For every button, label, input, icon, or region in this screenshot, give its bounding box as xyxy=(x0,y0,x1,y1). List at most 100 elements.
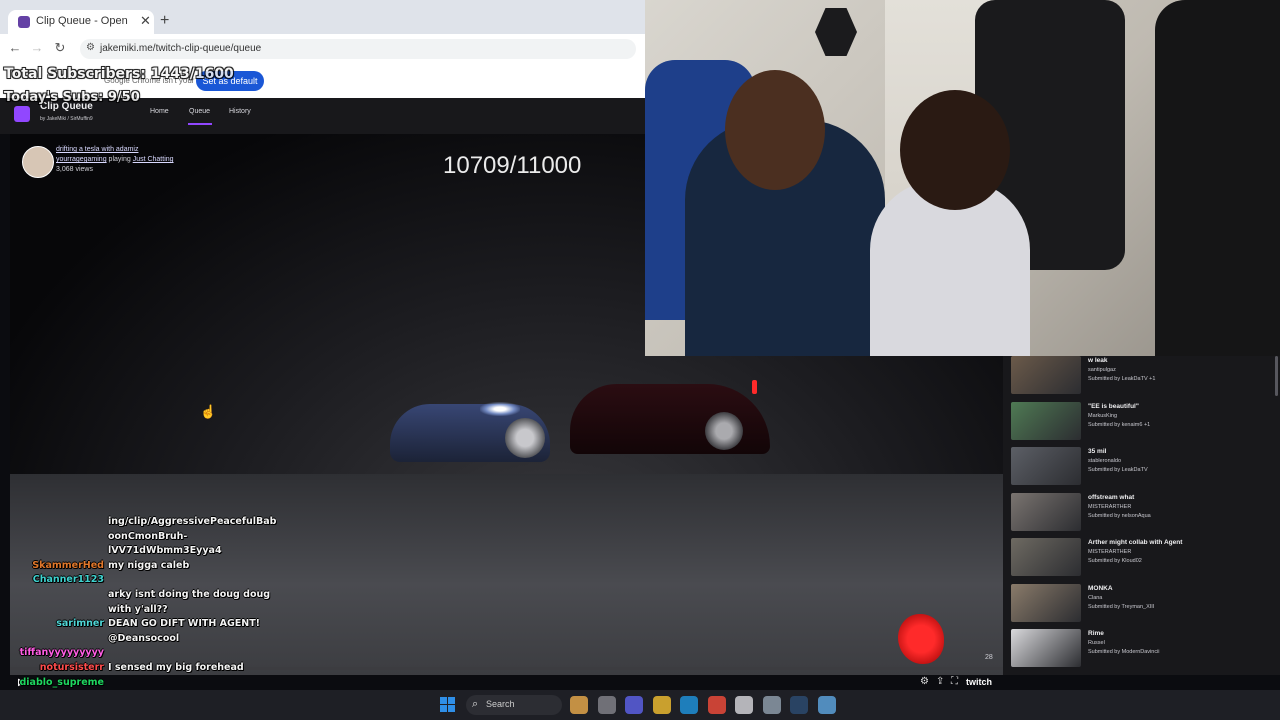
red-blob-overlay xyxy=(898,614,944,664)
queue-item-submitter: Submitted by Kloud02 xyxy=(1088,558,1142,564)
folder-taskbar-icon[interactable] xyxy=(652,696,671,714)
nav-queue-underline xyxy=(188,123,212,125)
chat-message: my nigga caleb xyxy=(108,559,190,571)
queue-item-submitter: Submitted by Treyman_XIII xyxy=(1088,603,1155,610)
clip-scene-taillight xyxy=(752,380,757,394)
twitch-favicon-icon xyxy=(18,16,30,28)
subscriber-today: Today's Subs: 9/50 xyxy=(4,90,140,105)
chat-message: arky isnt doing the doug doug xyxy=(108,589,271,600)
chat-username[interactable]: notursisterr xyxy=(8,662,104,673)
back-arrow-icon[interactable]: ← xyxy=(6,40,24,55)
clip-timestamp: 28 xyxy=(985,654,993,661)
queue-thumbnail[interactable] xyxy=(1011,401,1081,440)
url-text: jakemiki.me/twitch-clip-queue/queue xyxy=(100,43,262,54)
forward-arrow-icon[interactable]: → xyxy=(28,40,46,55)
queue-item[interactable]: "EE is beautiful" MarkusKing Submitted by … xyxy=(1003,400,1280,446)
queue-item-title: Rime xyxy=(1088,630,1104,637)
queue-item-submitter: Submitted by LeakDaTV xyxy=(1088,467,1148,473)
clip-title-link[interactable]: drifting a tesla with adamiz xyxy=(56,146,138,153)
queue-thumbnail[interactable] xyxy=(1011,583,1081,622)
obs-taskbar-icon[interactable] xyxy=(735,696,753,714)
queue-item[interactable]: Rime Russel Submitted by ModernDavincii xyxy=(1003,627,1280,673)
clip-scene-wheel xyxy=(705,412,743,450)
clip-queue-list[interactable]: w leak santipulgaz Submitted by LeakDaTV +… xyxy=(1003,356,1280,675)
queue-thumbnail[interactable] xyxy=(1011,538,1081,576)
queue-item-submitter: Submitted by nelsonAqua xyxy=(1088,512,1151,519)
queue-item[interactable]: Arther might collab with Agent MISTERARTH… xyxy=(1003,536,1280,582)
queue-item-title: w leak xyxy=(1088,357,1108,364)
queue-item[interactable]: MONKA Clana Submitted by Treyman_XIII xyxy=(1003,582,1280,628)
queue-thumbnail[interactable] xyxy=(1011,447,1081,485)
clip-scene-headlight xyxy=(480,402,520,416)
twitch-logo-icon[interactable]: twitch xyxy=(966,677,992,687)
site-info-icon[interactable]: ⚙ xyxy=(86,42,95,53)
queue-item-title: "EE is beautiful" xyxy=(1088,402,1139,410)
chat-taskbar-icon[interactable] xyxy=(625,696,643,714)
chat-message: DEAN GO DIFT WITH AGENT! xyxy=(108,618,261,630)
settings-taskbar-icon[interactable] xyxy=(762,696,781,714)
clip-scene-wheel xyxy=(505,418,545,458)
close-icon[interactable]: ✕ xyxy=(140,13,151,29)
clip-channel-link[interactable]: yourragegaming xyxy=(56,156,107,163)
windows-start-icon[interactable] xyxy=(440,697,455,712)
chat-message: @Deansocool xyxy=(108,632,180,644)
queue-item-title: Arther might collab with Agent xyxy=(1088,539,1183,546)
taskbar-search[interactable]: ⌕ Search xyxy=(466,695,562,715)
tab-title: Clip Queue - Open xyxy=(36,15,128,27)
webcam-wall-decoration xyxy=(815,8,857,56)
chrome-taskbar-icon[interactable] xyxy=(707,696,726,714)
avatar[interactable] xyxy=(22,146,54,178)
queue-item-submitter: Submitted by LeakDaTV +1 xyxy=(1088,376,1156,382)
reload-icon[interactable]: ↻ xyxy=(51,40,69,56)
queue-item[interactable]: 35 mil stableronaldo Submitted by LeakDaTV xyxy=(1003,445,1280,491)
goal-counter: 10709/11000 xyxy=(443,152,582,179)
webcam-person-head xyxy=(725,70,825,190)
chat-message: ing/clip/AggressivePeacefulBab xyxy=(108,516,277,527)
clip-category-link[interactable]: Just Chatting xyxy=(133,156,174,163)
chat-username[interactable]: diablo_supreme xyxy=(8,677,105,688)
queue-item-channel: Clana xyxy=(1088,594,1103,601)
search-icon: ⌕ xyxy=(472,698,479,710)
queue-item[interactable]: offstream what MISTERARTHER Submitted by n… xyxy=(1003,491,1280,537)
subscriber-total: Total Subscribers: 1443/1600 xyxy=(4,66,234,82)
share-icon[interactable]: ⇪ xyxy=(936,676,944,687)
queue-item-channel: MISTERARTHER xyxy=(1088,503,1132,510)
settings-gear-icon[interactable]: ⚙ xyxy=(920,676,929,687)
new-tab-icon[interactable]: + xyxy=(160,12,169,30)
file-manager-taskbar-icon[interactable] xyxy=(597,696,616,714)
nav-queue[interactable]: Queue xyxy=(189,108,210,115)
browser-tab[interactable]: Clip Queue - Open ✕ xyxy=(8,10,154,34)
queue-item-title: 35 mil xyxy=(1088,448,1107,455)
chat-message: lVV71dWbmm3Eyya4 xyxy=(108,545,222,557)
webcam-person-head xyxy=(900,90,1010,210)
chat-username[interactable]: sarimner xyxy=(8,618,104,629)
browser-toolbar: ← → ↻ ⚙ jakemiki.me/twitch-clip-queue/qu… xyxy=(0,34,645,65)
clip-meta: yourragegaming playing Just Chatting xyxy=(56,156,174,163)
app-taskbar-icon[interactable] xyxy=(817,696,836,714)
chat-username[interactable]: Channer1123 xyxy=(8,574,104,585)
app-credits: by JakeMiki / SirMuffin9 xyxy=(40,116,93,122)
queue-item[interactable]: w leak santipulgaz Submitted by LeakDaTV +… xyxy=(1003,356,1280,400)
clip-queue-logo-icon xyxy=(14,106,30,122)
clip-views: 3,068 views xyxy=(56,166,93,173)
steam-taskbar-icon[interactable] xyxy=(790,696,808,714)
widgets-taskbar-icon[interactable] xyxy=(570,696,588,714)
webcam-person xyxy=(1155,0,1280,356)
taskbar: ⌕ Search xyxy=(0,690,1280,720)
queue-thumbnail[interactable] xyxy=(1011,356,1081,394)
queue-item-title: MONKA xyxy=(1088,584,1113,592)
address-bar[interactable]: ⚙ jakemiki.me/twitch-clip-queue/queue xyxy=(80,39,636,59)
edge-taskbar-icon[interactable] xyxy=(680,696,698,714)
nav-home[interactable]: Home xyxy=(150,108,169,115)
chat-username[interactable]: tiffanyyyyyyyyy xyxy=(8,647,104,658)
clip-scene-red-car xyxy=(570,384,770,454)
queue-thumbnail[interactable] xyxy=(1011,492,1081,531)
chat-username[interactable]: SkammerHed xyxy=(8,560,104,571)
fullscreen-icon[interactable]: ⛶ xyxy=(951,676,958,687)
nav-history[interactable]: History xyxy=(229,108,251,115)
queue-item-submitter: Submitted by ModernDavincii xyxy=(1088,649,1160,655)
search-label: Search xyxy=(486,699,515,709)
queue-item-channel: Russel xyxy=(1088,640,1105,646)
browser-tabstrip: Clip Queue - Open ✕ + xyxy=(0,0,645,34)
queue-thumbnail[interactable] xyxy=(1011,629,1081,667)
